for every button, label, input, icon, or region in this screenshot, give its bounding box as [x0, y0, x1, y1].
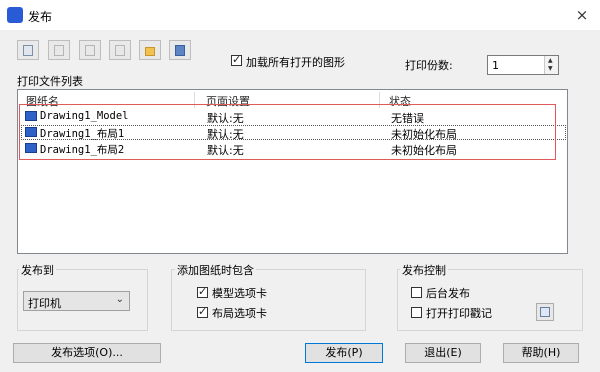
spinner-arrows[interactable]: ▲ ▼	[544, 56, 558, 74]
copies-spinner[interactable]: 1 ▲ ▼	[487, 55, 559, 75]
window-title: 发布	[28, 10, 53, 24]
publish-control-label: 发布控制	[400, 262, 448, 278]
layout-tab-checkbox[interactable]	[197, 305, 208, 318]
plot-stamp-label: 打开打印戳记	[426, 307, 492, 320]
include-group	[171, 269, 366, 331]
publish-to-label: 发布到	[19, 262, 56, 278]
help-button[interactable]: 帮助(H)	[503, 343, 579, 363]
include-label: 添加图纸时包含	[175, 262, 256, 278]
add-sheet-icon	[23, 45, 33, 56]
save-icon	[175, 45, 185, 56]
spin-down-icon[interactable]: ▼	[548, 65, 553, 72]
model-tab-checkbox[interactable]	[197, 285, 208, 298]
publish-button[interactable]: 发布(P)	[305, 343, 383, 363]
close-icon[interactable]: ×	[571, 5, 593, 25]
copies-label: 打印份数:	[405, 59, 453, 72]
exit-button[interactable]: 退出(E)	[405, 343, 481, 363]
publish-control-group	[397, 269, 583, 331]
load-all-label: 加载所有打开的图形	[246, 56, 345, 69]
remove-sheet-button[interactable]	[48, 40, 70, 60]
move-up-icon	[85, 45, 95, 56]
publish-app-icon	[7, 7, 23, 23]
add-sheet-button[interactable]	[17, 40, 39, 60]
publish-to-value: 打印机	[28, 297, 61, 310]
publish-to-select[interactable]: 打印机 ⌄	[23, 291, 130, 311]
background-publish-label: 后台发布	[426, 287, 470, 300]
file-list-group-label: 打印文件列表	[17, 75, 83, 88]
folder-icon	[145, 47, 155, 56]
load-list-button[interactable]	[139, 40, 161, 60]
highlight-annotation-box	[19, 104, 556, 160]
move-down-icon	[115, 45, 125, 56]
copies-value: 1	[492, 59, 499, 72]
stamp-settings-icon	[540, 307, 550, 317]
load-all-checkbox[interactable]	[231, 53, 242, 66]
save-list-button[interactable]	[169, 40, 191, 60]
chevron-down-icon: ⌄	[115, 294, 124, 305]
move-up-button[interactable]	[79, 40, 101, 60]
layout-tab-label: 布局选项卡	[212, 307, 267, 320]
background-publish-checkbox[interactable]	[411, 287, 422, 298]
publish-options-button[interactable]: 发布选项(O)...	[13, 343, 161, 363]
model-tab-label: 模型选项卡	[212, 287, 267, 300]
remove-sheet-icon	[54, 45, 64, 56]
title-bar	[0, 0, 600, 30]
plot-stamp-settings-button[interactable]	[536, 303, 554, 321]
plot-stamp-checkbox[interactable]	[411, 307, 422, 318]
move-down-button[interactable]	[109, 40, 131, 60]
spin-up-icon[interactable]: ▲	[548, 57, 553, 64]
